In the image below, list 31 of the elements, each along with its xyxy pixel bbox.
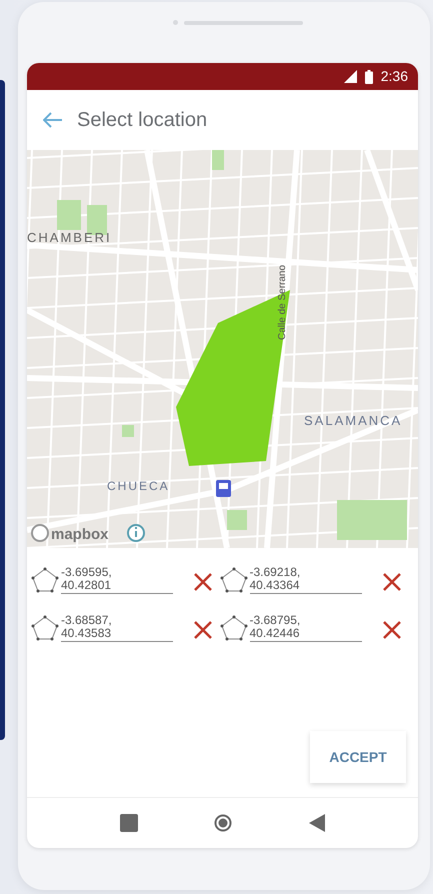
map-label: Calle de Serrano [277, 264, 288, 340]
park-area [227, 510, 247, 530]
speaker-grille-icon [173, 20, 303, 25]
recent-apps-icon[interactable] [120, 814, 138, 832]
mapbox-logo-icon [31, 524, 49, 542]
pentagon-icon [31, 615, 59, 641]
battery-icon [364, 70, 373, 84]
coordinate-field[interactable]: -3.69218, 40.43364 [250, 566, 362, 594]
back-triangle-icon[interactable] [308, 814, 325, 832]
status-time: 2:36 [380, 67, 408, 86]
accept-button[interactable]: ACCEPT [310, 731, 406, 783]
map-label: CHAMBERI [27, 230, 112, 245]
metro-station-icon [216, 480, 231, 497]
coordinate-field[interactable]: -3.68587, 40.43583 [61, 614, 173, 642]
park-area [212, 150, 224, 170]
map-label: CHUECA [107, 479, 170, 493]
park-area [122, 425, 134, 437]
info-icon[interactable] [127, 524, 145, 542]
screen-title: Select location [77, 108, 208, 132]
coordinate-field[interactable]: -3.68795, 40.42446 [250, 614, 362, 642]
map-label: SALAMANCA [304, 413, 402, 428]
park-area [337, 500, 407, 540]
map-view[interactable]: CHAMBERI SALAMANCA CHUECA Calle de Serrano mapbox [27, 150, 418, 548]
pentagon-icon [220, 567, 248, 593]
pentagon-icon [220, 615, 248, 641]
signal-icon [344, 70, 357, 83]
mapbox-attribution[interactable]: mapbox [51, 526, 109, 543]
home-icon[interactable] [214, 814, 232, 832]
coordinate-field[interactable]: -3.69595, 40.42801 [61, 566, 173, 594]
pentagon-icon [31, 567, 59, 593]
park-area [57, 200, 81, 230]
